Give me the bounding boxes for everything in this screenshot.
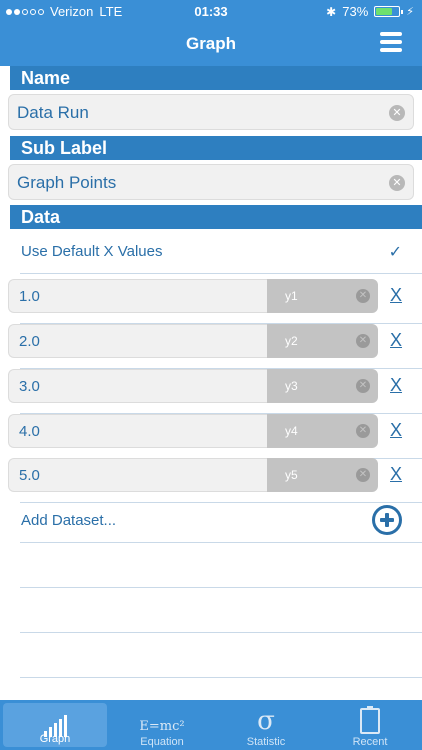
tab-graph[interactable]: Graph: [3, 703, 107, 747]
clear-icon[interactable]: ✕: [389, 105, 405, 121]
tab-statistic[interactable]: σ Statistic: [214, 700, 318, 750]
section-header-name: Name: [10, 66, 422, 90]
x-value-field[interactable]: 1.0: [8, 279, 268, 313]
y-value-field[interactable]: y3 ✕: [267, 369, 378, 403]
x-value: 1.0: [19, 288, 40, 305]
x-value-field[interactable]: 5.0: [8, 458, 268, 492]
add-circle-icon[interactable]: [372, 505, 402, 535]
clear-icon[interactable]: ✕: [356, 334, 370, 348]
battery-icon: [374, 6, 404, 17]
x-value-field[interactable]: 3.0: [8, 369, 268, 403]
y-value-field[interactable]: y4 ✕: [267, 414, 378, 448]
charging-icon: ⚡: [406, 6, 414, 18]
x-value: 5.0: [19, 467, 40, 484]
tab-bar: Graph E=mc² Equation σ Statistic Recent: [0, 700, 422, 750]
remove-row-button[interactable]: X: [390, 420, 402, 441]
y-value-field[interactable]: y5 ✕: [267, 458, 378, 492]
tab-label: Equation: [140, 736, 184, 748]
x-value-field[interactable]: 4.0: [8, 414, 268, 448]
divider: [20, 587, 422, 588]
default-x-label: Use Default X Values: [21, 243, 163, 260]
remove-row-button[interactable]: X: [390, 330, 402, 351]
tab-equation[interactable]: E=mc² Equation: [110, 700, 214, 750]
y-placeholder: y2: [285, 334, 298, 348]
y-placeholder: y1: [285, 289, 298, 303]
clear-icon[interactable]: ✕: [389, 175, 405, 191]
y-value-field[interactable]: y2 ✕: [267, 324, 378, 358]
add-dataset-row[interactable]: Add Dataset...: [20, 498, 422, 543]
divider: [20, 632, 422, 633]
emc2-icon: E=mc²: [139, 719, 185, 734]
y-placeholder: y4: [285, 424, 298, 438]
battery-percent: 73%: [342, 4, 369, 19]
sublabel-field[interactable]: Graph Points ✕: [8, 164, 414, 200]
sigma-icon: σ: [257, 706, 275, 736]
tab-label: Statistic: [246, 736, 286, 748]
section-header-data: Data: [10, 205, 422, 229]
clear-icon[interactable]: ✕: [356, 289, 370, 303]
tab-label: Graph: [39, 733, 71, 745]
x-value: 2.0: [19, 333, 40, 350]
x-value-field[interactable]: 2.0: [8, 324, 268, 358]
name-field-value: Data Run: [17, 103, 89, 122]
x-value: 3.0: [19, 378, 40, 395]
y-placeholder: y3: [285, 379, 298, 393]
bluetooth-icon: ✱: [326, 4, 337, 19]
data-row: 4.0 y4 ✕ X: [0, 414, 422, 459]
divider: [20, 677, 422, 678]
checkmark-icon: ✓: [388, 244, 402, 261]
y-placeholder: y5: [285, 468, 298, 482]
tab-recent[interactable]: Recent: [318, 700, 422, 750]
remove-row-button[interactable]: X: [390, 464, 402, 485]
clear-icon[interactable]: ✕: [356, 424, 370, 438]
y-value-field[interactable]: y1 ✕: [267, 279, 378, 313]
page-title: Graph: [185, 34, 237, 53]
clear-icon[interactable]: ✕: [356, 468, 370, 482]
status-bar: Verizon LTE 01:33 ✱ 73% ⚡: [0, 0, 422, 22]
section-header-sublabel: Sub Label: [10, 136, 422, 160]
tab-label: Recent: [352, 736, 388, 748]
clear-icon[interactable]: ✕: [356, 379, 370, 393]
remove-row-button[interactable]: X: [390, 375, 402, 396]
data-row: 1.0 y1 ✕ X: [0, 279, 422, 324]
data-row: 3.0 y3 ✕ X: [0, 369, 422, 414]
data-row: 5.0 y5 ✕ X: [0, 458, 422, 503]
hamburger-menu-icon[interactable]: [380, 32, 402, 52]
clipboard-icon: [318, 706, 422, 734]
default-x-toggle-row[interactable]: Use Default X Values ✓: [20, 234, 422, 274]
name-field[interactable]: Data Run ✕: [8, 94, 414, 130]
data-row: 2.0 y2 ✕ X: [0, 324, 422, 369]
remove-row-button[interactable]: X: [390, 285, 402, 306]
top-bar: Verizon LTE 01:33 ✱ 73% ⚡ Graph: [0, 0, 422, 66]
sublabel-field-value: Graph Points: [17, 173, 117, 192]
add-dataset-label: Add Dataset...: [21, 512, 117, 529]
x-value: 4.0: [19, 423, 40, 440]
